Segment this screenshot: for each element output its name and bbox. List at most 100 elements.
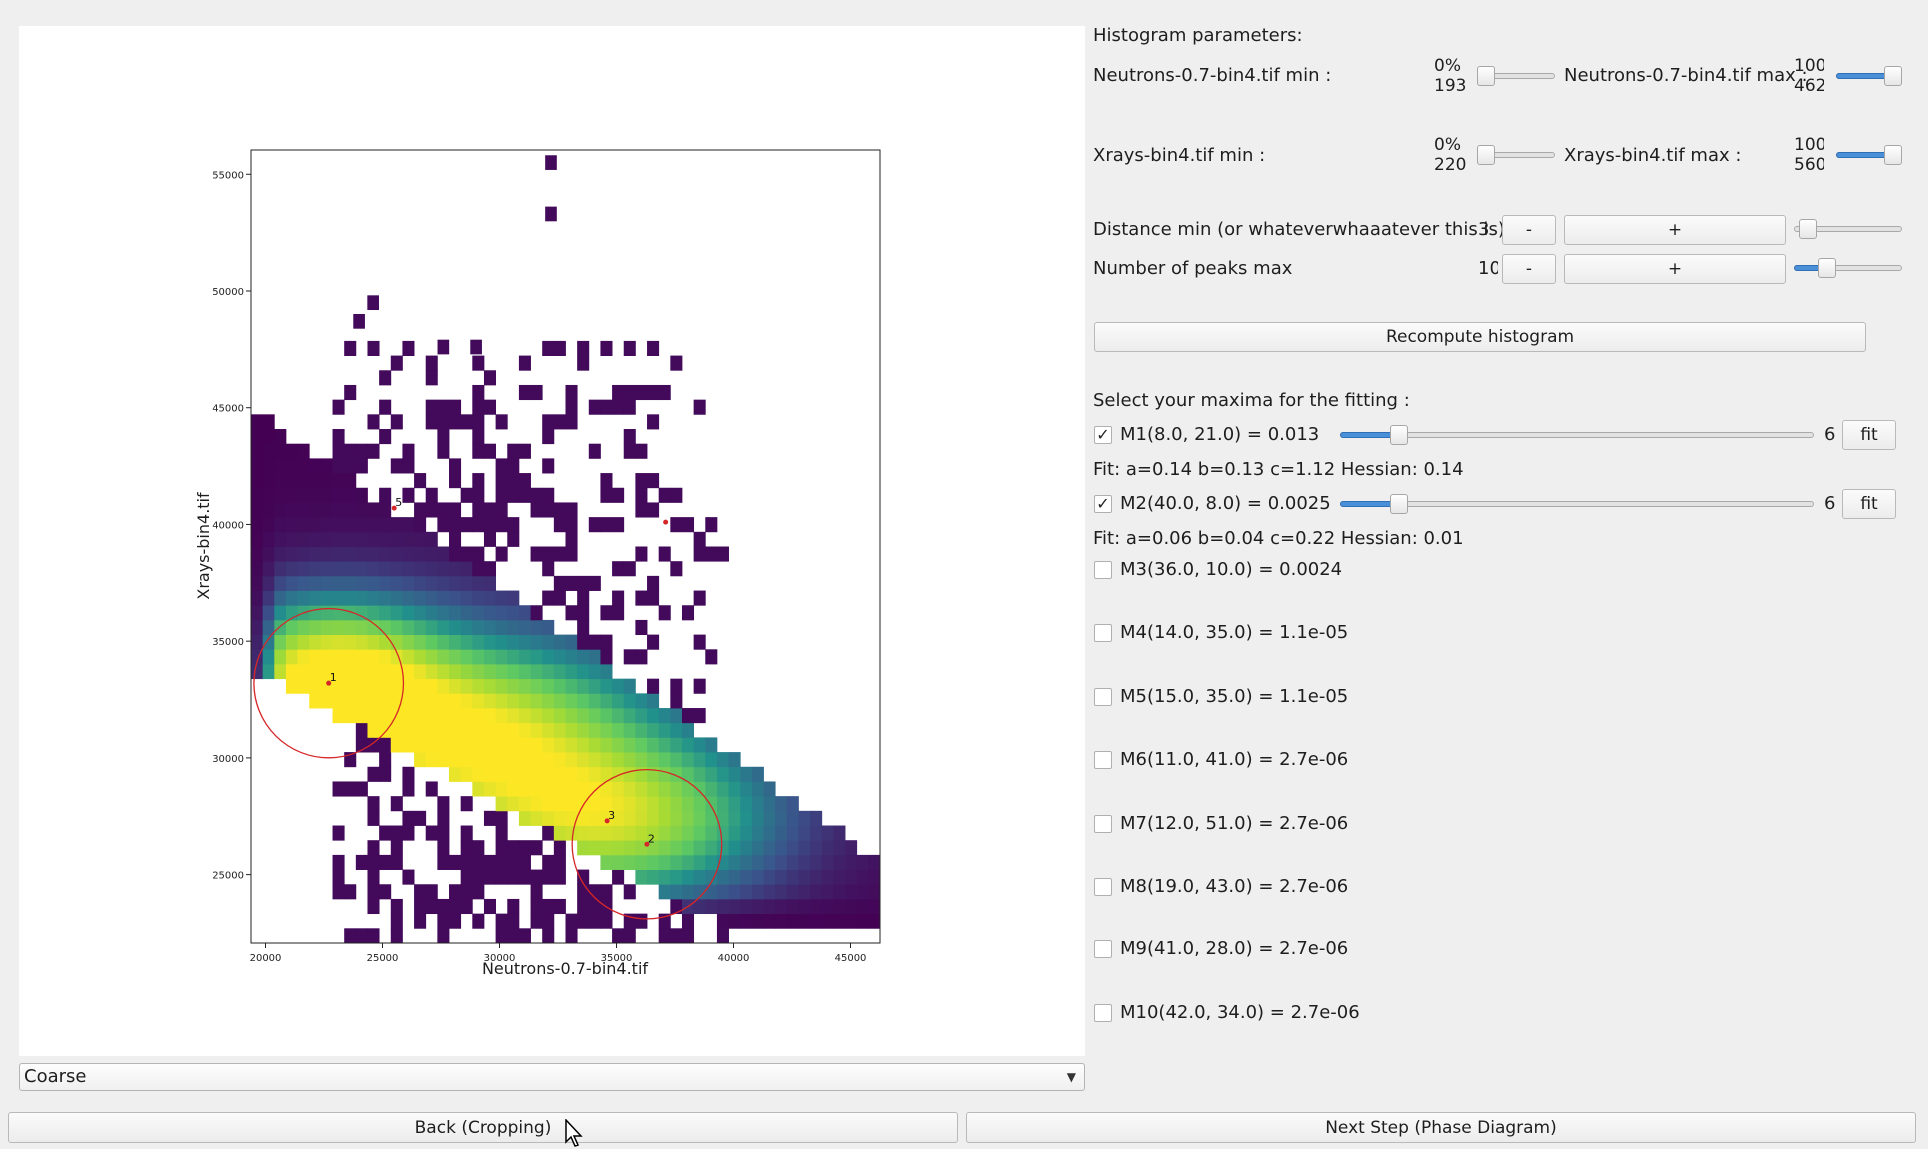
histogram-cell [483, 399, 497, 415]
histogram-cell [355, 663, 368, 680]
histogram-cell [367, 561, 380, 577]
histogram-cell [798, 810, 811, 826]
distance-min-slider[interactable] [1794, 218, 1902, 240]
maxima-checkbox-3[interactable] [1094, 561, 1112, 579]
histogram-cell [670, 928, 683, 944]
histogram-cell [367, 546, 380, 562]
histogram-cell [810, 840, 823, 856]
maxima-checkbox-5[interactable] [1094, 688, 1112, 706]
histogram-cell [553, 722, 566, 738]
histogram-cell [449, 752, 462, 768]
histogram-cell [332, 443, 345, 459]
maxima-checkbox-4[interactable] [1094, 624, 1112, 642]
recompute-histogram-button[interactable]: Recompute histogram [1094, 322, 1866, 352]
maxima-checkbox-10[interactable] [1094, 1004, 1112, 1022]
histogram-cell [379, 678, 392, 694]
histogram-canvas[interactable]: 1 2 3 5 20000 25000 30000 35000 40000 45000 2500… [19, 26, 1085, 1056]
histogram-cell [530, 487, 543, 503]
histogram-cell [507, 898, 520, 915]
histogram-cell [577, 825, 590, 841]
peaks-max-slider[interactable] [1794, 257, 1902, 279]
histogram-cell [681, 854, 695, 870]
neutrons-max-slider[interactable] [1836, 65, 1902, 87]
histogram-cell [449, 854, 462, 870]
histogram-cell [344, 340, 357, 356]
histogram-cell [402, 458, 415, 474]
xrays-min-value: 2207 [1434, 156, 1466, 175]
histogram-cell [274, 605, 287, 621]
histogram-cell [763, 898, 776, 915]
maxima-checkbox-2[interactable]: ✓ [1094, 495, 1112, 513]
histogram-cell [274, 590, 287, 606]
histogram-cell [705, 825, 718, 841]
neutrons-min-value: 1938 [1434, 77, 1466, 96]
neutrons-min-slider[interactable] [1477, 65, 1555, 87]
maxima-checkbox-1[interactable]: ✓ [1094, 426, 1112, 444]
histogram-cell [390, 840, 403, 856]
histogram-cell [437, 429, 450, 445]
histogram-cell [402, 766, 415, 782]
histogram-cell [728, 898, 741, 915]
histogram-cell [728, 752, 741, 768]
histogram-cell [425, 531, 438, 547]
back-button[interactable]: Back (Cropping) [8, 1112, 958, 1143]
histogram-cell [693, 810, 706, 826]
histogram-cell [588, 825, 601, 841]
histogram-cell [472, 766, 485, 782]
histogram-cell [868, 854, 881, 870]
maxima-checkbox-7[interactable] [1094, 815, 1112, 833]
chevron-down-icon[interactable]: ▼ [1067, 1064, 1076, 1090]
histogram-cell [390, 355, 403, 371]
histogram-cell [868, 884, 881, 900]
histogram-cell [693, 781, 706, 797]
histogram-cell [449, 546, 462, 562]
xrays-max-slider[interactable] [1836, 144, 1902, 166]
histogram-cell [647, 781, 660, 797]
maxima-checkbox-8[interactable] [1094, 878, 1112, 896]
histogram-cell [542, 340, 555, 356]
histogram-cell [262, 458, 275, 474]
histogram-cell [274, 458, 287, 474]
histogram-cell [355, 649, 368, 665]
maxima-checkbox-9[interactable] [1094, 940, 1112, 958]
histogram-cell [379, 825, 392, 841]
histogram-cell [414, 810, 427, 826]
resolution-combobox[interactable]: Coarse ▼ [19, 1063, 1085, 1091]
distance-increment-button[interactable]: + [1564, 215, 1786, 245]
xrays-min-slider[interactable] [1477, 144, 1555, 166]
maxima-slider-1[interactable] [1340, 424, 1814, 446]
histogram-cell [297, 546, 310, 562]
peaks-decrement-button[interactable]: - [1502, 254, 1556, 284]
histogram-cell [635, 384, 648, 401]
histogram-cell [344, 928, 357, 944]
histogram-cell [507, 766, 520, 782]
histogram-cell [495, 869, 508, 885]
histogram-cell [577, 355, 590, 371]
histogram-cell [262, 487, 275, 503]
histogram-cell [483, 502, 497, 518]
fit-button-1[interactable]: fit [1842, 420, 1896, 450]
histogram-cell [332, 708, 345, 724]
histogram-cell [425, 722, 438, 738]
histogram-cell [763, 825, 776, 841]
histogram-cell [775, 840, 788, 856]
distance-decrement-button[interactable]: - [1502, 215, 1556, 245]
histogram-cell [821, 840, 834, 856]
histogram-cell [437, 693, 450, 709]
histogram-cell [344, 384, 357, 401]
peaks-increment-button[interactable]: + [1564, 254, 1786, 284]
distance-min-label: Distance min (or whateverwhaaatever this… [1093, 219, 1511, 240]
fit-button-2[interactable]: fit [1842, 489, 1896, 519]
histogram-cell [775, 796, 788, 812]
histogram-cell [670, 781, 683, 797]
histogram-cell [437, 605, 450, 621]
histogram-cell [262, 517, 275, 533]
histogram-cell [367, 869, 380, 885]
maxima-checkbox-6[interactable] [1094, 751, 1112, 769]
histogram-cell [553, 898, 566, 915]
histogram-cell [588, 399, 601, 415]
histogram-cell [251, 414, 264, 430]
histogram-cell [542, 928, 555, 944]
maxima-slider-2[interactable] [1340, 493, 1814, 515]
histogram-cell [355, 531, 368, 547]
